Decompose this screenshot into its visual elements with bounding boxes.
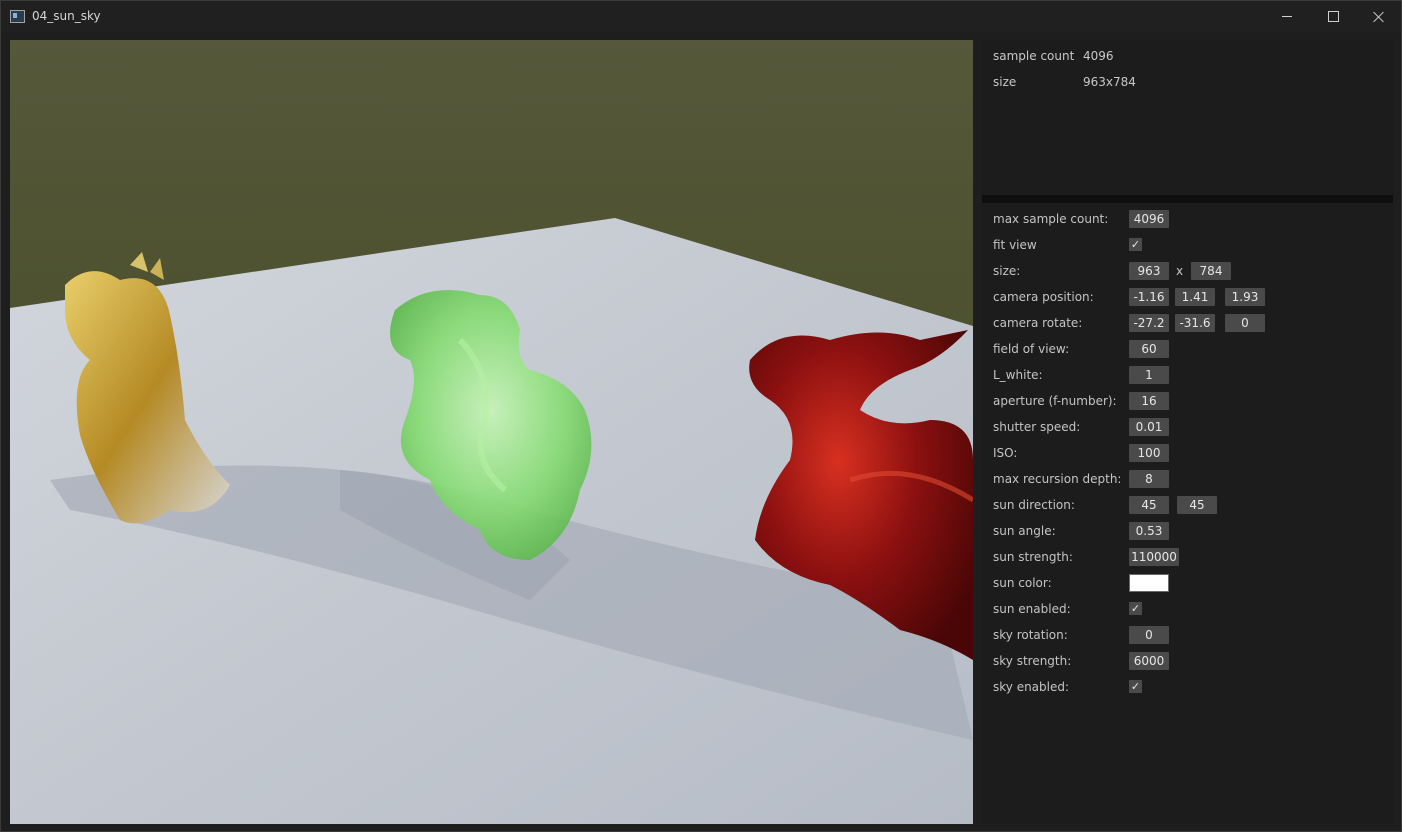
camera-position-y-input[interactable]: 1.41 xyxy=(1175,288,1215,306)
sun-direction-a-input[interactable]: 45 xyxy=(1129,496,1169,514)
l-white-input[interactable]: 1 xyxy=(1129,366,1169,384)
sun-color-label: sun color: xyxy=(993,576,1052,590)
sun-color-swatch[interactable] xyxy=(1129,574,1169,592)
size-height-input[interactable]: 784 xyxy=(1191,262,1231,280)
maximize-button[interactable] xyxy=(1310,1,1356,32)
sky-rotation-label: sky rotation: xyxy=(993,628,1068,642)
size-value: 963x784 xyxy=(1083,75,1136,89)
minimize-button[interactable] xyxy=(1264,1,1310,32)
iso-label: ISO: xyxy=(993,446,1018,460)
sun-enabled-label: sun enabled: xyxy=(993,602,1071,616)
camera-position-z-input[interactable]: 1.93 xyxy=(1225,288,1265,306)
field-of-view-label: field of view: xyxy=(993,342,1070,356)
settings-panel: max sample count: 4096 fit view ✓ size: … xyxy=(982,203,1393,824)
title-bar[interactable]: 04_sun_sky xyxy=(1,1,1401,32)
shutter-speed-label: shutter speed: xyxy=(993,420,1081,434)
size-label: size xyxy=(993,75,1017,89)
sun-angle-input[interactable]: 0.53 xyxy=(1129,522,1169,540)
aperture-label: aperture (f-number): xyxy=(993,394,1117,408)
size-setting-label: size: xyxy=(993,264,1021,278)
max-recursion-depth-label: max recursion depth: xyxy=(993,472,1122,486)
sun-strength-label: sun strength: xyxy=(993,550,1073,564)
app-icon xyxy=(10,10,25,23)
fit-view-checkbox[interactable]: ✓ xyxy=(1129,238,1142,251)
sample-count-value: 4096 xyxy=(1083,49,1114,63)
sun-enabled-checkbox[interactable]: ✓ xyxy=(1129,602,1142,615)
camera-rotate-y-input[interactable]: -31.6 xyxy=(1175,314,1215,332)
shutter-speed-input[interactable]: 0.01 xyxy=(1129,418,1169,436)
camera-position-x-input[interactable]: -1.16 xyxy=(1129,288,1169,306)
sun-direction-b-input[interactable]: 45 xyxy=(1177,496,1217,514)
max-sample-count-input[interactable]: 4096 xyxy=(1129,210,1169,228)
size-separator: x xyxy=(1176,264,1184,278)
panel-splitter[interactable] xyxy=(982,195,1393,203)
camera-rotate-z-input[interactable]: 0 xyxy=(1225,314,1265,332)
render-image xyxy=(10,40,973,824)
max-recursion-depth-input[interactable]: 8 xyxy=(1129,470,1169,488)
minimize-icon xyxy=(1282,16,1292,17)
sun-strength-input[interactable]: 110000 xyxy=(1129,548,1179,566)
render-viewport[interactable] xyxy=(10,40,973,824)
l-white-label: L_white: xyxy=(993,368,1043,382)
info-panel: sample count 4096 size 963x784 xyxy=(982,40,1393,195)
max-sample-count-label: max sample count: xyxy=(993,212,1109,226)
aperture-input[interactable]: 16 xyxy=(1129,392,1169,410)
window-title: 04_sun_sky xyxy=(32,9,101,23)
fit-view-label: fit view xyxy=(993,238,1037,252)
app-window: 04_sun_sky sample count 4096 size 963x78… xyxy=(0,0,1402,832)
sky-enabled-label: sky enabled: xyxy=(993,680,1070,694)
maximize-icon xyxy=(1327,11,1339,22)
sky-strength-label: sky strength: xyxy=(993,654,1072,668)
size-width-input[interactable]: 963 xyxy=(1129,262,1169,280)
sample-count-label: sample count xyxy=(993,49,1075,63)
field-of-view-input[interactable]: 60 xyxy=(1129,340,1169,358)
camera-rotate-x-input[interactable]: -27.2 xyxy=(1129,314,1169,332)
sky-rotation-input[interactable]: 0 xyxy=(1129,626,1169,644)
close-button[interactable] xyxy=(1356,1,1402,32)
iso-input[interactable]: 100 xyxy=(1129,444,1169,462)
sun-angle-label: sun angle: xyxy=(993,524,1056,538)
sky-strength-input[interactable]: 6000 xyxy=(1129,652,1169,670)
camera-rotate-label: camera rotate: xyxy=(993,316,1083,330)
camera-position-label: camera position: xyxy=(993,290,1094,304)
sun-direction-label: sun direction: xyxy=(993,498,1075,512)
sky-enabled-checkbox[interactable]: ✓ xyxy=(1129,680,1142,693)
close-icon xyxy=(1373,11,1385,23)
